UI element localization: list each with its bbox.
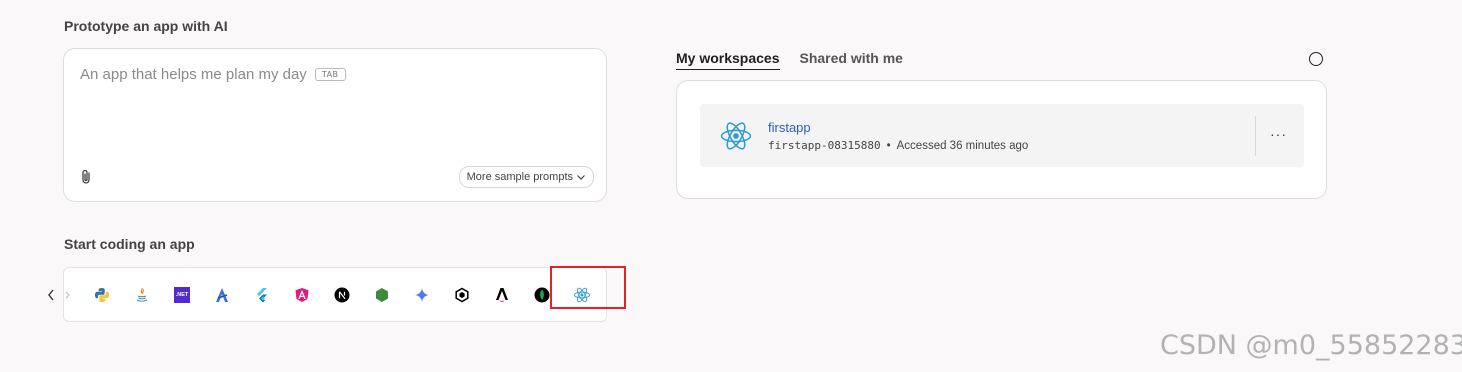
gemini-icon[interactable] xyxy=(412,285,432,305)
prompt-input[interactable]: An app that helps me plan my day TAB xyxy=(80,66,346,83)
coding-section-title: Start coding an app xyxy=(64,236,195,252)
tab-my-workspaces[interactable]: My workspaces xyxy=(676,50,780,70)
more-options-icon[interactable]: ··· xyxy=(1270,126,1287,142)
more-sample-prompts-label: More sample prompts xyxy=(466,171,573,183)
tab-shared-with-me[interactable]: Shared with me xyxy=(800,50,903,70)
watermark: CSDN @m0_55852283 xyxy=(1160,330,1462,361)
workspace-tabs: My workspaces Shared with me xyxy=(676,50,903,70)
row-divider xyxy=(1255,116,1256,156)
angular-alt-icon[interactable] xyxy=(212,285,232,305)
prompt-box[interactable]: An app that helps me plan my day TAB Mor… xyxy=(63,48,607,202)
workspace-meta: firstapp-08315880 • Accessed 36 minutes … xyxy=(768,139,1028,152)
react-icon xyxy=(719,119,753,153)
more-sample-prompts-button[interactable]: More sample prompts xyxy=(458,166,594,188)
dotnet-label: .NET xyxy=(174,287,190,303)
nodejs-icon[interactable] xyxy=(372,285,392,305)
prototype-section-title: Prototype an app with AI xyxy=(64,18,228,34)
meta-separator: • xyxy=(886,139,891,152)
astro-icon[interactable] xyxy=(492,285,512,305)
workspace-id: firstapp-08315880 xyxy=(768,139,881,152)
mongodb-icon[interactable] xyxy=(532,285,552,305)
circle-icon[interactable] xyxy=(1309,52,1323,66)
paperclip-icon[interactable] xyxy=(80,169,94,185)
chevron-down-icon xyxy=(577,175,585,180)
angular-icon[interactable] xyxy=(292,285,312,305)
nextjs-icon[interactable] xyxy=(332,285,352,305)
workspace-name-link[interactable]: firstapp xyxy=(768,120,811,135)
dotnet-icon[interactable]: .NET xyxy=(172,285,192,305)
tab-badge: TAB xyxy=(314,68,346,81)
flutter-icon[interactable] xyxy=(252,285,272,305)
highlight-box xyxy=(550,266,626,309)
workspace-accessed: Accessed 36 minutes ago xyxy=(896,139,1029,152)
java-icon[interactable] xyxy=(132,285,152,305)
chevron-left-icon[interactable] xyxy=(45,287,57,303)
hex-icon[interactable] xyxy=(452,285,472,305)
python-icon[interactable] xyxy=(92,285,112,305)
workspace-row[interactable] xyxy=(700,104,1304,167)
chevron-right-icon[interactable] xyxy=(61,287,73,303)
prompt-placeholder: An app that helps me plan my day xyxy=(80,66,307,83)
